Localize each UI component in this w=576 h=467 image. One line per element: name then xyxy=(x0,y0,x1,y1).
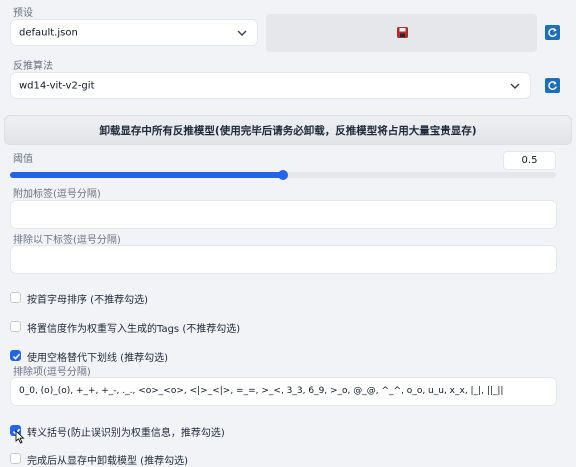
additional-tags-label: 附加标签(逗号分隔) xyxy=(13,189,101,200)
exclude-items-value: 0_0, (o)_(o), +_+, +_-, ._., <o>_<o>, <|… xyxy=(19,386,504,396)
refresh-icon xyxy=(548,28,557,37)
space-underscore-checkbox[interactable] xyxy=(10,350,21,361)
preset-select[interactable]: default.json xyxy=(10,19,258,46)
threshold-slider-fill xyxy=(10,172,283,178)
refresh-icon xyxy=(548,81,557,90)
check-icon xyxy=(12,353,21,360)
threshold-label: 阈值 xyxy=(13,154,33,165)
unload-models-label: 卸载显存中所有反推模型(使用完毕后请务必卸载，反推模型将占用大量宝贵显存) xyxy=(99,124,477,137)
unload-after-checkbox[interactable] xyxy=(10,453,21,464)
exclude-tags-label: 排除以下标签(逗号分隔) xyxy=(13,235,121,246)
interrogator-value: wd14-vit-v2-git xyxy=(19,80,95,91)
confidence-weight-label: 将置信度作为权重写入生成的Tags (不推荐勾选) xyxy=(27,324,241,335)
unload-after-label: 完成后从显存中卸载模型 (推荐勾选) xyxy=(27,456,188,467)
chevron-down-icon xyxy=(510,83,520,89)
escape-brackets-label: 转义括号(防止误识别为权重信息，推荐勾选) xyxy=(27,428,225,439)
preset-label: 预设 xyxy=(13,8,33,19)
threshold-value: 0.5 xyxy=(521,155,538,166)
exclude-items-input[interactable]: 0_0, (o)_(o), +_+, +_-, ._., <o>_<o>, <|… xyxy=(10,377,557,406)
preset-value: default.json xyxy=(19,27,78,38)
confidence-weight-checkbox[interactable] xyxy=(10,321,21,332)
unload-models-button[interactable]: 卸载显存中所有反推模型(使用完毕后请务必卸载，反推模型将占用大量宝贵显存) xyxy=(4,115,572,145)
sort-alpha-label: 按首字母排序 (不推荐勾选) xyxy=(27,295,148,306)
exclude-items-label: 排除项(逗号分隔) xyxy=(13,367,91,378)
save-icon xyxy=(397,27,408,38)
mouse-cursor-icon xyxy=(15,430,25,444)
space-underscore-label: 使用空格替代下划线 (推荐勾选) xyxy=(27,353,168,364)
threshold-slider-thumb[interactable] xyxy=(278,170,288,180)
interrogator-label: 反推算法 xyxy=(13,61,53,72)
additional-tags-input[interactable] xyxy=(10,200,557,229)
threshold-number-input[interactable]: 0.5 xyxy=(503,151,556,170)
threshold-slider-track[interactable] xyxy=(10,170,556,180)
chevron-down-icon xyxy=(237,30,247,36)
exclude-tags-input[interactable] xyxy=(10,245,557,274)
preset-refresh-button[interactable] xyxy=(545,25,560,40)
sort-alpha-checkbox[interactable] xyxy=(10,292,21,303)
save-preset-button[interactable] xyxy=(266,14,537,52)
interrogator-select[interactable]: wd14-vit-v2-git xyxy=(10,72,531,99)
interrogator-refresh-button[interactable] xyxy=(545,78,560,93)
